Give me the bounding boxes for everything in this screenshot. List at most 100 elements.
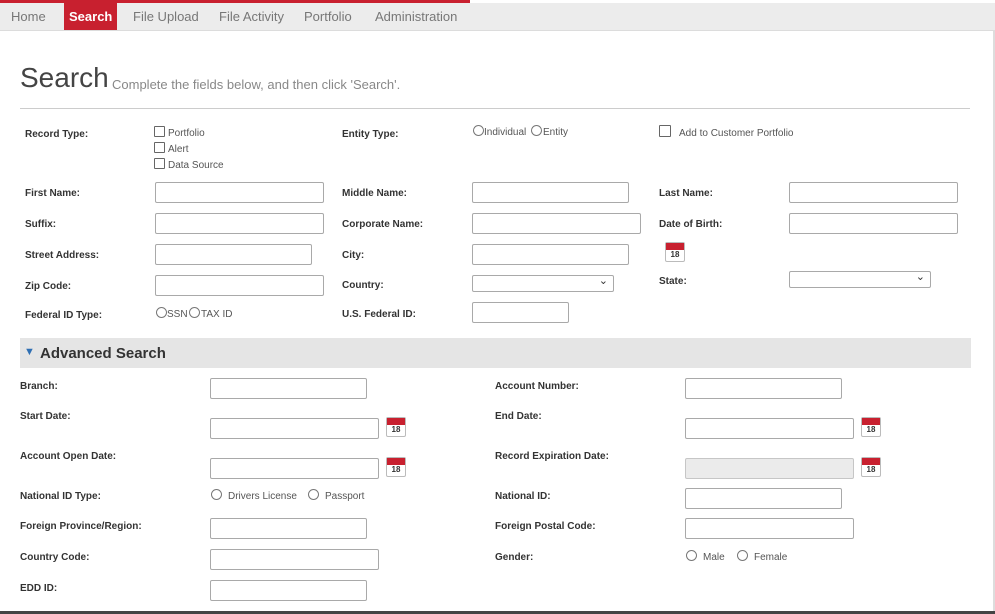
first-name-input[interactable] — [155, 182, 324, 203]
suffix-label: Suffix: — [25, 219, 57, 230]
calendar-icon-header — [387, 418, 405, 425]
gender-label: Gender: — [495, 552, 534, 563]
country-code-input[interactable] — [210, 549, 379, 570]
calendar-icon-day: 18 — [866, 425, 876, 434]
entity-type-entity-radio[interactable] — [531, 125, 542, 136]
chevron-down-icon: ⌄ — [915, 271, 925, 283]
page-title: Search — [20, 62, 109, 93]
federal-id-ssn-radio[interactable] — [156, 307, 167, 318]
state-select[interactable]: ⌄ — [789, 271, 931, 288]
gender-female-radio[interactable] — [737, 550, 748, 561]
country-label: Country: — [342, 280, 384, 291]
foreign-postal-label: Foreign Postal Code: — [495, 521, 596, 532]
last-name-label: Last Name: — [659, 188, 713, 199]
calendar-icon-header — [862, 418, 880, 425]
foreign-postal-input[interactable] — [685, 518, 854, 539]
advanced-search-title[interactable]: Advanced Search — [40, 345, 166, 362]
record-type-alert-checkbox[interactable] — [154, 142, 165, 153]
record-expiration-calendar-icon[interactable]: 18 — [861, 457, 881, 477]
page-subtitle: Complete the fields below, and then clic… — [112, 77, 401, 92]
national-id-input[interactable] — [685, 488, 842, 509]
national-id-drivers-license-radio[interactable] — [211, 489, 222, 500]
account-number-label: Account Number: — [495, 381, 579, 392]
corporate-name-label: Corporate Name: — [342, 219, 424, 230]
us-federal-id-label: U.S. Federal ID: — [342, 309, 416, 320]
national-id-passport-radio[interactable] — [308, 489, 319, 500]
entity-type-entity-label: Entity — [543, 127, 569, 138]
gender-male-radio[interactable] — [686, 550, 697, 561]
chevron-down-icon: ⌄ — [598, 275, 608, 287]
federal-id-ssn-label: SSN — [167, 309, 188, 320]
account-open-calendar-icon[interactable]: 18 — [386, 457, 406, 477]
record-expiration-input — [685, 458, 854, 479]
country-code-label: Country Code: — [20, 552, 90, 563]
entity-type-label: Entity Type: — [342, 129, 399, 140]
foreign-province-label: Foreign Province/Region: — [20, 521, 142, 532]
first-name-label: First Name: — [25, 188, 81, 199]
branch-label: Branch: — [20, 381, 58, 392]
calendar-icon-day: 18 — [866, 465, 876, 474]
middle-name-label: Middle Name: — [342, 188, 408, 199]
end-date-input[interactable] — [685, 418, 854, 439]
city-input[interactable] — [472, 244, 629, 265]
account-number-input[interactable] — [685, 378, 842, 399]
add-to-portfolio-checkbox[interactable] — [659, 125, 671, 137]
gender-male-label: Male — [703, 552, 725, 563]
dob-input[interactable] — [789, 213, 958, 234]
record-type-alert-label: Alert — [168, 144, 189, 155]
start-date-input[interactable] — [210, 418, 379, 439]
calendar-icon-header — [862, 458, 880, 465]
us-federal-id-input[interactable] — [472, 302, 569, 323]
nav-home[interactable]: Home — [6, 3, 51, 30]
nav-file-activity[interactable]: File Activity — [214, 3, 289, 30]
end-date-calendar-icon[interactable]: 18 — [861, 417, 881, 437]
record-type-portfolio-checkbox[interactable] — [154, 126, 165, 137]
gender-female-label: Female — [754, 552, 788, 563]
federal-id-type-label: Federal ID Type: — [25, 310, 103, 321]
calendar-icon-day: 18 — [391, 425, 401, 434]
nav-file-upload[interactable]: File Upload — [128, 3, 204, 30]
edd-id-input[interactable] — [210, 580, 367, 601]
national-id-drivers-license-label: Drivers License — [228, 491, 297, 502]
street-address-label: Street Address: — [25, 250, 100, 261]
add-to-portfolio-label: Add to Customer Portfolio — [679, 128, 794, 139]
zip-code-input[interactable] — [155, 275, 324, 296]
branch-input[interactable] — [210, 378, 367, 399]
calendar-icon-day: 18 — [670, 250, 680, 259]
triangle-down-icon[interactable]: ▼ — [24, 346, 35, 358]
country-select[interactable]: ⌄ — [472, 275, 614, 292]
federal-id-taxid-radio[interactable] — [189, 307, 200, 318]
account-open-date-input[interactable] — [210, 458, 379, 479]
record-type-portfolio-label: Portfolio — [168, 128, 205, 139]
calendar-icon-day: 18 — [391, 465, 401, 474]
end-date-label: End Date: — [495, 411, 542, 422]
entity-type-individual-label: Individual — [484, 127, 527, 138]
city-label: City: — [342, 250, 365, 261]
last-name-input[interactable] — [789, 182, 958, 203]
nav-administration[interactable]: Administration — [370, 3, 462, 30]
national-id-passport-label: Passport — [325, 491, 365, 502]
nav-portfolio[interactable]: Portfolio — [299, 3, 357, 30]
start-date-label: Start Date: — [20, 411, 71, 422]
national-id-type-label: National ID Type: — [20, 491, 101, 502]
account-open-date-label: Account Open Date: — [20, 451, 117, 462]
street-address-input[interactable] — [155, 244, 312, 265]
record-type-label: Record Type: — [25, 129, 89, 140]
dob-calendar-icon[interactable]: 18 — [665, 242, 685, 262]
top-navigation: Home Search File Upload File Activity Po… — [0, 3, 995, 31]
middle-name-input[interactable] — [472, 182, 629, 203]
title-divider — [20, 108, 970, 109]
foreign-province-input[interactable] — [210, 518, 367, 539]
record-type-data-source-checkbox[interactable] — [154, 158, 165, 169]
start-date-calendar-icon[interactable]: 18 — [386, 417, 406, 437]
calendar-icon-header — [666, 243, 684, 250]
nav-search[interactable]: Search — [64, 3, 118, 30]
dob-label: Date of Birth: — [659, 219, 723, 230]
edd-id-label: EDD ID: — [20, 583, 58, 594]
entity-type-individual-radio[interactable] — [473, 125, 484, 136]
zip-code-label: Zip Code: — [25, 281, 72, 292]
federal-id-taxid-label: TAX ID — [201, 309, 233, 320]
corporate-name-input[interactable] — [472, 213, 641, 234]
record-expiration-label: Record Expiration Date: — [495, 451, 609, 462]
suffix-input[interactable] — [155, 213, 324, 234]
